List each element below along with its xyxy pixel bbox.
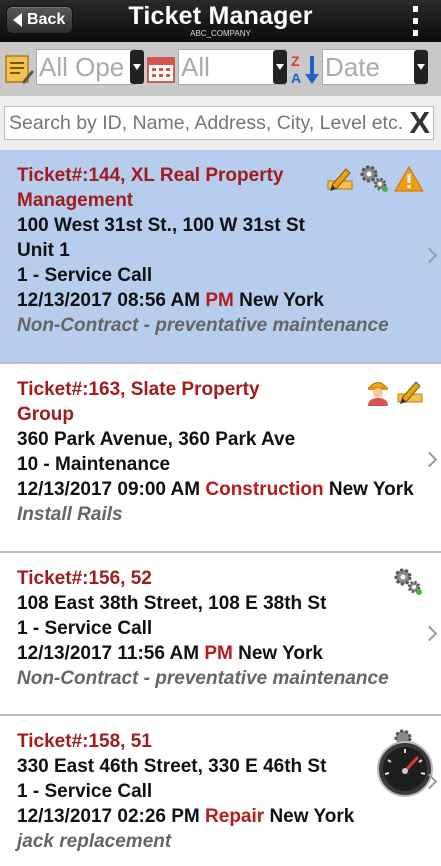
- ticket-type: 10 - Maintenance: [17, 454, 171, 475]
- ticket-description: jack replacement: [17, 831, 172, 852]
- clear-search-icon[interactable]: X: [409, 107, 430, 138]
- ticket-datetime: 12/13/2017 09:00 AM: [17, 479, 201, 500]
- calendar-icon: [147, 57, 175, 83]
- ticket-row[interactable]: Ticket#:163, Slate Property Group 360 Pa…: [0, 364, 441, 553]
- ticket-row[interactable]: Ticket#:156, 52 108 East 38th Street, 10…: [0, 553, 441, 716]
- ticket-address: 360 Park Avenue, 360 Park Ave: [17, 429, 296, 450]
- ticket-category: Construction: [205, 479, 324, 500]
- app-header: Back Ticket Manager ABC_COMPANY: [0, 0, 441, 43]
- chevron-down-icon[interactable]: [273, 50, 287, 84]
- ticket-title: Ticket#:156, 52: [17, 568, 152, 589]
- ticket-title: Ticket#:158, 51: [17, 731, 152, 752]
- ticket-schedule: 12/13/2017 08:56 AM PM New York: [17, 288, 441, 313]
- status-filter-select[interactable]: All Ope: [36, 49, 136, 85]
- ticket-category: Repair: [205, 806, 265, 827]
- ticket-title: Ticket#:144, XL Real Property Management: [17, 165, 284, 211]
- ticket-city: New York: [238, 643, 323, 664]
- warning-icon: [394, 166, 424, 192]
- ticket-datetime: 12/13/2017 02:26 PM: [17, 806, 200, 827]
- ticket-address: 100 West 31st St., 100 W 31st St: [17, 215, 305, 236]
- gears-icon: [360, 165, 388, 192]
- sort-select[interactable]: Date: [322, 49, 425, 85]
- ticket-city: New York: [328, 479, 414, 500]
- ticket-datetime: 12/13/2017 11:56 AM: [17, 643, 200, 664]
- ticket-schedule: 12/13/2017 11:56 AM PM New York: [17, 641, 441, 666]
- search-input[interactable]: [4, 106, 434, 140]
- gears-icon: [394, 568, 422, 595]
- worker-icon: [367, 382, 389, 406]
- ticket-row[interactable]: Ticket#:158, 51 330 East 46th Street, 33…: [0, 716, 441, 866]
- ticket-city: New York: [239, 290, 324, 311]
- ticket-city: New York: [269, 806, 355, 827]
- ticket-category: PM: [205, 290, 234, 311]
- ticket-description: Install Rails: [17, 504, 123, 525]
- ticket-row[interactable]: Ticket#:144, XL Real Property Management…: [0, 150, 441, 364]
- sort-az-icon: Z A: [291, 53, 319, 86]
- ticket-description: Non-Contract - preventative maintenance: [17, 315, 389, 336]
- date-filter-select[interactable]: All: [178, 49, 286, 85]
- notepad-pencil-icon: [5, 55, 34, 84]
- ticket-type: 1 - Service Call: [17, 618, 153, 639]
- pencil-icon: [327, 168, 353, 191]
- ticket-description: Non-Contract - preventative maintenance: [17, 668, 389, 689]
- ticket-type: 1 - Service Call: [17, 265, 153, 286]
- ticket-unit: Unit 1: [17, 240, 70, 261]
- ticket-datetime: 12/13/2017 08:56 AM: [17, 290, 201, 311]
- ticket-address: 108 East 38th Street, 108 E 38th St: [17, 593, 327, 614]
- speedometer-icon: [377, 741, 433, 797]
- filter-bar: All Ope All Z A Date: [0, 42, 441, 96]
- search-bar: X: [0, 96, 441, 150]
- svg-text:Z: Z: [291, 53, 300, 69]
- ticket-schedule: 12/13/2017 02:26 PM Repair New York: [17, 804, 441, 829]
- page-title: Ticket Manager: [128, 2, 313, 30]
- chevron-down-icon[interactable]: [414, 50, 428, 84]
- ticket-category: PM: [204, 643, 233, 664]
- ticket-schedule: 12/13/2017 09:00 AM Construction New Yor…: [17, 477, 422, 502]
- ticket-title: Ticket#:163, Slate Property Group: [17, 379, 260, 425]
- chevron-down-icon[interactable]: [130, 50, 144, 84]
- svg-text:A: A: [291, 70, 301, 86]
- pencil-icon: [397, 381, 423, 404]
- overflow-menu-icon[interactable]: [411, 6, 419, 36]
- company-name: ABC_COMPANY: [190, 29, 251, 38]
